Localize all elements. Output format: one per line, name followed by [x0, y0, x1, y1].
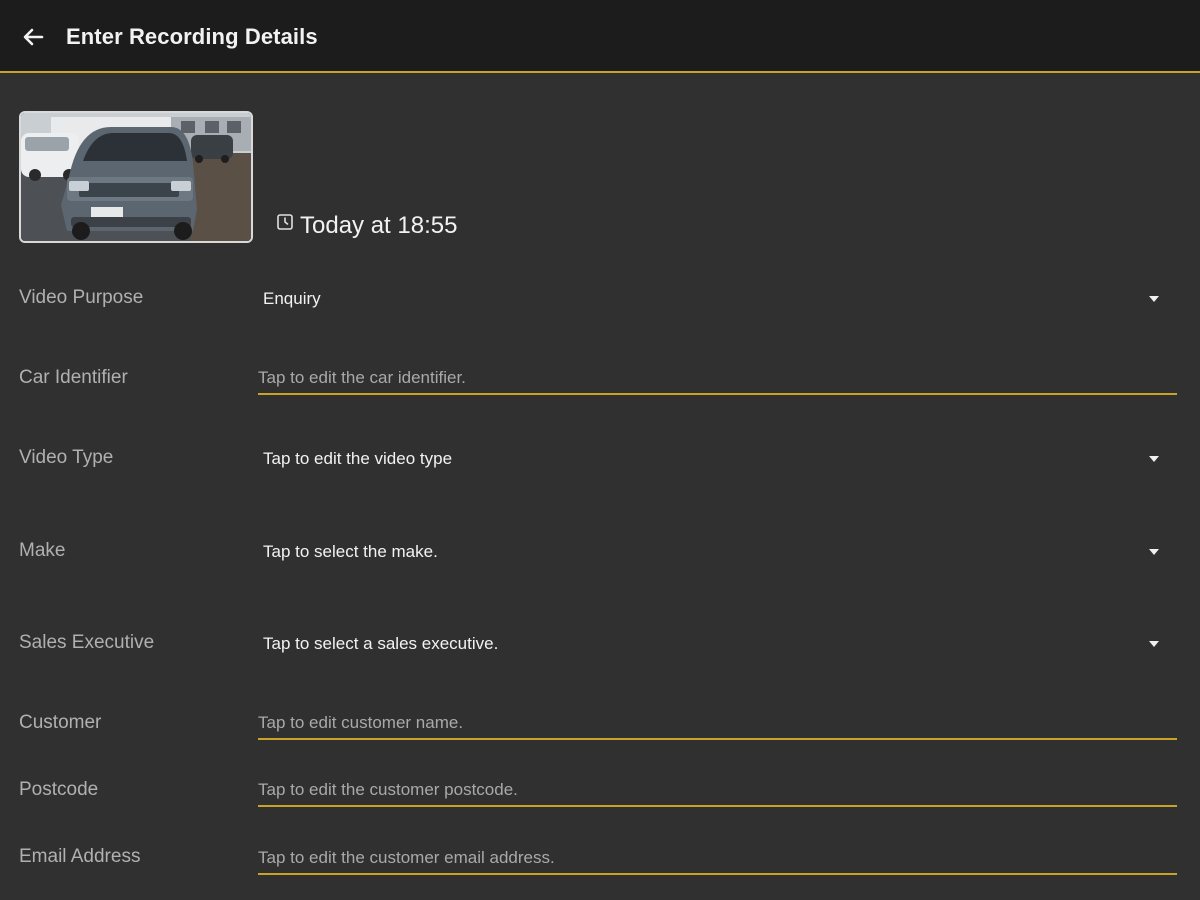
- dropdown-arrow-icon: [1149, 549, 1159, 555]
- customer-label: Customer: [19, 712, 102, 733]
- video-purpose-value: Enquiry: [263, 289, 321, 308]
- email-address-field[interactable]: [258, 843, 1177, 875]
- postcode-field[interactable]: [258, 775, 1177, 807]
- app-bar: Enter Recording Details: [0, 0, 1200, 73]
- arrow-back-icon[interactable]: [18, 22, 48, 52]
- clock-icon: [277, 214, 293, 230]
- customer-field[interactable]: [258, 708, 1177, 740]
- sales-executive-label: Sales Executive: [19, 632, 155, 653]
- car-identifier-field[interactable]: [258, 363, 1177, 395]
- email-address-label: Email Address: [19, 846, 141, 867]
- make-value: Tap to select the make.: [263, 542, 438, 561]
- video-type-label: Video Type: [19, 447, 114, 468]
- video-purpose-label: Video Purpose: [19, 287, 144, 308]
- dropdown-arrow-icon: [1149, 641, 1159, 647]
- make-label: Make: [19, 540, 66, 561]
- video-purpose-dropdown[interactable]: Enquiry: [258, 279, 1176, 319]
- email-address-input[interactable]: [258, 845, 1177, 871]
- sales-executive-dropdown[interactable]: Tap to select a sales executive.: [258, 624, 1176, 664]
- postcode-input[interactable]: [258, 777, 1177, 803]
- make-dropdown[interactable]: Tap to select the make.: [258, 532, 1176, 572]
- dropdown-arrow-icon: [1149, 296, 1159, 302]
- dropdown-arrow-icon: [1149, 456, 1159, 462]
- video-thumbnail[interactable]: [19, 111, 253, 243]
- customer-input[interactable]: [258, 710, 1177, 736]
- page-title: Enter Recording Details: [66, 24, 318, 49]
- sales-executive-value: Tap to select a sales executive.: [263, 634, 499, 653]
- video-type-value: Tap to edit the video type: [263, 449, 453, 468]
- timestamp-text: Today at 18:55: [300, 212, 458, 239]
- car-identifier-label: Car Identifier: [19, 367, 128, 388]
- video-type-dropdown[interactable]: Tap to edit the video type: [258, 439, 1176, 479]
- postcode-label: Postcode: [19, 779, 99, 800]
- car-identifier-input[interactable]: [258, 365, 1177, 391]
- recording-timestamp: Today at 18:55: [276, 212, 457, 240]
